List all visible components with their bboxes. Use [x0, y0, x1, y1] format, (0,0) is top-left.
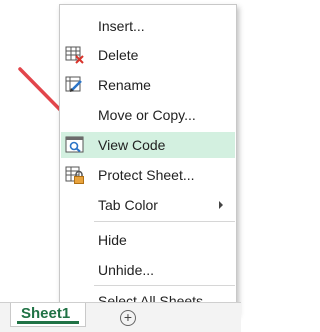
menu-item-label: Tab Color [98, 197, 158, 213]
protect-sheet-icon [65, 166, 84, 184]
active-tab-indicator [17, 321, 79, 324]
menu-item-unhide[interactable]: Unhide... [61, 257, 235, 283]
menu-item-protect-sheet[interactable]: Protect Sheet... [61, 162, 235, 188]
menu-item-tab-color[interactable]: Tab Color [61, 192, 235, 218]
menu-item-delete[interactable]: Delete [61, 42, 235, 68]
view-code-icon [65, 136, 84, 153]
menu-item-move-or-copy[interactable]: Move or Copy... [61, 102, 235, 128]
menu-item-view-code[interactable]: View Code [61, 132, 235, 158]
menu-item-label: Delete [98, 47, 139, 63]
menu-item-label: Rename [98, 77, 151, 93]
menu-item-label: Move or Copy... [98, 107, 196, 123]
add-sheet-button[interactable]: + [120, 310, 136, 326]
menu-item-rename[interactable]: Rename [61, 72, 235, 98]
menu-item-label: Protect Sheet... [98, 167, 195, 183]
menu-item-label: View Code [98, 137, 166, 153]
sheet-tab-label: Sheet1 [21, 305, 71, 322]
menu-item-hide[interactable]: Hide [61, 227, 235, 253]
menu-separator [94, 221, 235, 222]
menu-item-label: Insert... [98, 18, 145, 34]
submenu-chevron-right-icon [219, 201, 223, 209]
sheet-context-menu: Insert... Delete Rename Move or Copy... [59, 4, 237, 314]
menu-item-insert[interactable]: Insert... [61, 13, 235, 39]
menu-item-label: Unhide... [98, 262, 155, 278]
menu-separator [94, 285, 235, 286]
delete-sheet-icon [65, 46, 84, 64]
menu-item-label: Hide [98, 232, 127, 248]
rename-sheet-icon [65, 76, 82, 92]
sheet-tab-active[interactable]: Sheet1 [10, 303, 86, 327]
